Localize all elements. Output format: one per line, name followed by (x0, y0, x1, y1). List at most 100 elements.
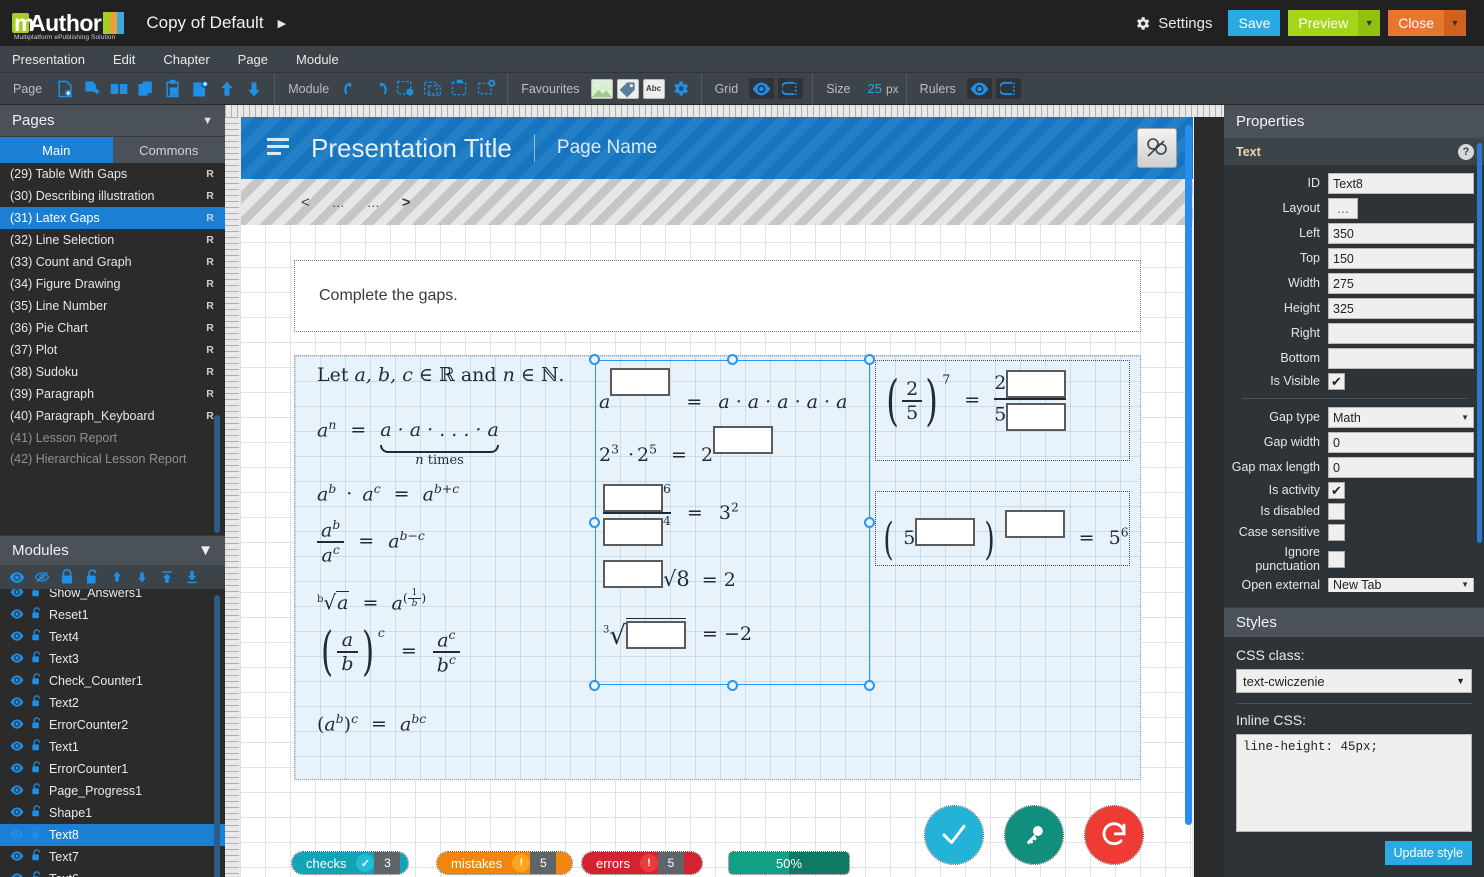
gap-max-length-field[interactable]: 0 (1328, 457, 1474, 478)
eye-icon[interactable] (10, 806, 24, 820)
eye-icon[interactable] (10, 740, 24, 754)
unlock-icon[interactable] (31, 589, 42, 601)
redo-icon[interactable] (367, 77, 390, 100)
module-item-check-counter1[interactable]: Check_Counter1 (0, 670, 225, 692)
tab-main[interactable]: Main (0, 137, 113, 163)
selected-text8-module[interactable]: a = a · a · a · a · a 23 · 25 = 2 6 4 = … (589, 354, 875, 691)
inline-css-textarea[interactable]: line-height: 45px; (1236, 734, 1472, 832)
module-item-errorcounter2[interactable]: ErrorCounter2 (0, 714, 225, 736)
module-item-shape1[interactable]: Shape1 (0, 802, 225, 824)
eye-icon[interactable] (10, 784, 24, 798)
module-item-show-answers1[interactable]: Show_Answers1 (0, 589, 225, 604)
unlock-icon[interactable] (31, 607, 42, 623)
undo-icon[interactable] (340, 77, 363, 100)
unlock-icon[interactable] (31, 739, 42, 755)
grid-snap-icon[interactable] (778, 78, 804, 99)
eye-icon[interactable] (10, 850, 24, 864)
module-item-reset1[interactable]: Reset1 (0, 604, 225, 626)
gap-input-6a[interactable] (1006, 370, 1067, 398)
gap-input-7b[interactable] (1004, 510, 1065, 538)
page-canvas[interactable]: Presentation Title Page Name < … … > Com… (240, 117, 1193, 877)
close-button[interactable]: Close (1388, 10, 1444, 36)
eye-icon[interactable] (10, 718, 24, 732)
right-field[interactable] (1328, 323, 1474, 344)
link-button[interactable] (1137, 128, 1177, 168)
eye-icon[interactable] (10, 762, 24, 776)
modules-panel-header[interactable]: Modules ▼ (0, 535, 225, 565)
selection-handle-s[interactable] (727, 680, 738, 691)
properties-scrollbar[interactable] (1477, 143, 1482, 543)
menu-page[interactable]: Page (224, 52, 282, 67)
move-to-top-icon[interactable] (158, 569, 175, 586)
right-gap-module-1[interactable]: ( 2 5 ) 7 = 2 5 (875, 360, 1130, 461)
page-item-29[interactable]: (29) Table With Gaps R (0, 163, 225, 185)
module-item-text1[interactable]: Text1 (0, 736, 225, 758)
unlock-all-icon[interactable] (83, 569, 100, 586)
page-item-38[interactable]: (38) Sudoku R (0, 361, 225, 383)
bottom-field[interactable] (1328, 348, 1474, 369)
eye-icon[interactable] (10, 630, 24, 644)
nav-next-button[interactable]: > (402, 194, 411, 211)
rulers-eye-icon[interactable] (966, 78, 992, 99)
page-item-35[interactable]: (35) Line Number R (0, 295, 225, 317)
eye-icon[interactable] (10, 589, 24, 600)
unlock-icon[interactable] (31, 849, 42, 865)
selection-handle-ne[interactable] (864, 354, 875, 365)
preview-button[interactable]: Preview (1288, 10, 1359, 36)
page-item-34[interactable]: (34) Figure Drawing R (0, 273, 225, 295)
rulers-snap-icon[interactable] (995, 78, 1021, 99)
unlock-icon[interactable] (31, 805, 42, 821)
page-item-40[interactable]: (40) Paragraph_Keyboard R (0, 405, 225, 427)
gap-type-select[interactable]: Math ▼ (1328, 407, 1474, 428)
delete-page-icon[interactable] (188, 77, 211, 100)
unlock-icon[interactable] (31, 651, 42, 667)
page-item-33[interactable]: (33) Count and Graph R (0, 251, 225, 273)
chevron-down-icon[interactable]: ▼ (202, 115, 213, 127)
eye-icon[interactable] (10, 652, 24, 666)
page-item-31[interactable]: (31) Latex Gaps R (0, 207, 225, 229)
unlock-icon[interactable] (31, 629, 42, 645)
mistakes-counter-badge[interactable]: mistakes ! 5 (436, 851, 573, 875)
hide-all-icon[interactable] (33, 569, 50, 586)
page-item-42[interactable]: (42) Hierarchical Lesson Report (0, 449, 225, 485)
move-to-bottom-icon[interactable] (183, 569, 200, 586)
errors-counter-badge[interactable]: errors ! 5 (581, 851, 703, 875)
modules-list-scrollbar[interactable] (214, 595, 220, 877)
nav-dots-2[interactable]: … (367, 195, 380, 210)
settings-button[interactable]: Settings (1134, 15, 1212, 32)
top-field[interactable]: 150 (1328, 248, 1474, 269)
move-up-icon[interactable] (108, 569, 125, 586)
unlock-icon[interactable] (31, 871, 42, 877)
unlock-icon[interactable] (31, 783, 42, 799)
move-down-icon[interactable] (133, 569, 150, 586)
duplicate-page-icon[interactable] (80, 77, 103, 100)
module-item-errorcounter1[interactable]: ErrorCounter1 (0, 758, 225, 780)
selection-handle-se[interactable] (864, 680, 875, 691)
add-module-icon[interactable] (394, 77, 417, 100)
gear-icon[interactable] (669, 77, 692, 100)
selection-handle-nw[interactable] (589, 354, 600, 365)
gap-width-field[interactable]: 0 (1328, 432, 1474, 453)
eye-icon[interactable] (10, 872, 24, 877)
module-item-page-progress1[interactable]: Page_Progress1 (0, 780, 225, 802)
layout-button[interactable]: … (1328, 198, 1358, 219)
ignore-punctuation-checkbox[interactable] (1328, 550, 1345, 568)
close-caret-icon[interactable]: ▼ (1444, 10, 1466, 36)
checks-counter-badge[interactable]: checks ✓ 3 (291, 851, 409, 875)
gap-input-6b[interactable] (1006, 403, 1067, 431)
eye-icon[interactable] (10, 608, 24, 622)
open-external-select[interactable]: New Tab ▼ (1328, 577, 1474, 592)
unlock-icon[interactable] (31, 695, 42, 711)
width-field[interactable]: 275 (1328, 273, 1474, 294)
move-page-up-icon[interactable] (215, 77, 238, 100)
page-item-30[interactable]: (30) Describing illustration R (0, 185, 225, 207)
formula-reference-module[interactable]: Let a, b, c ∈ ℝ and n ∈ ℕ. an = a · a · … (315, 360, 585, 760)
copy-page-icon[interactable] (134, 77, 157, 100)
selection-handle-n[interactable] (727, 354, 738, 365)
reset-button[interactable] (1084, 805, 1144, 865)
unlock-icon[interactable] (31, 761, 42, 777)
module-item-text7[interactable]: Text7 (0, 846, 225, 868)
eye-icon[interactable] (10, 828, 24, 842)
right-gap-module-2[interactable]: ( 5 ) = 56 (875, 491, 1130, 566)
is-activity-checkbox[interactable]: ✔ (1328, 482, 1345, 499)
